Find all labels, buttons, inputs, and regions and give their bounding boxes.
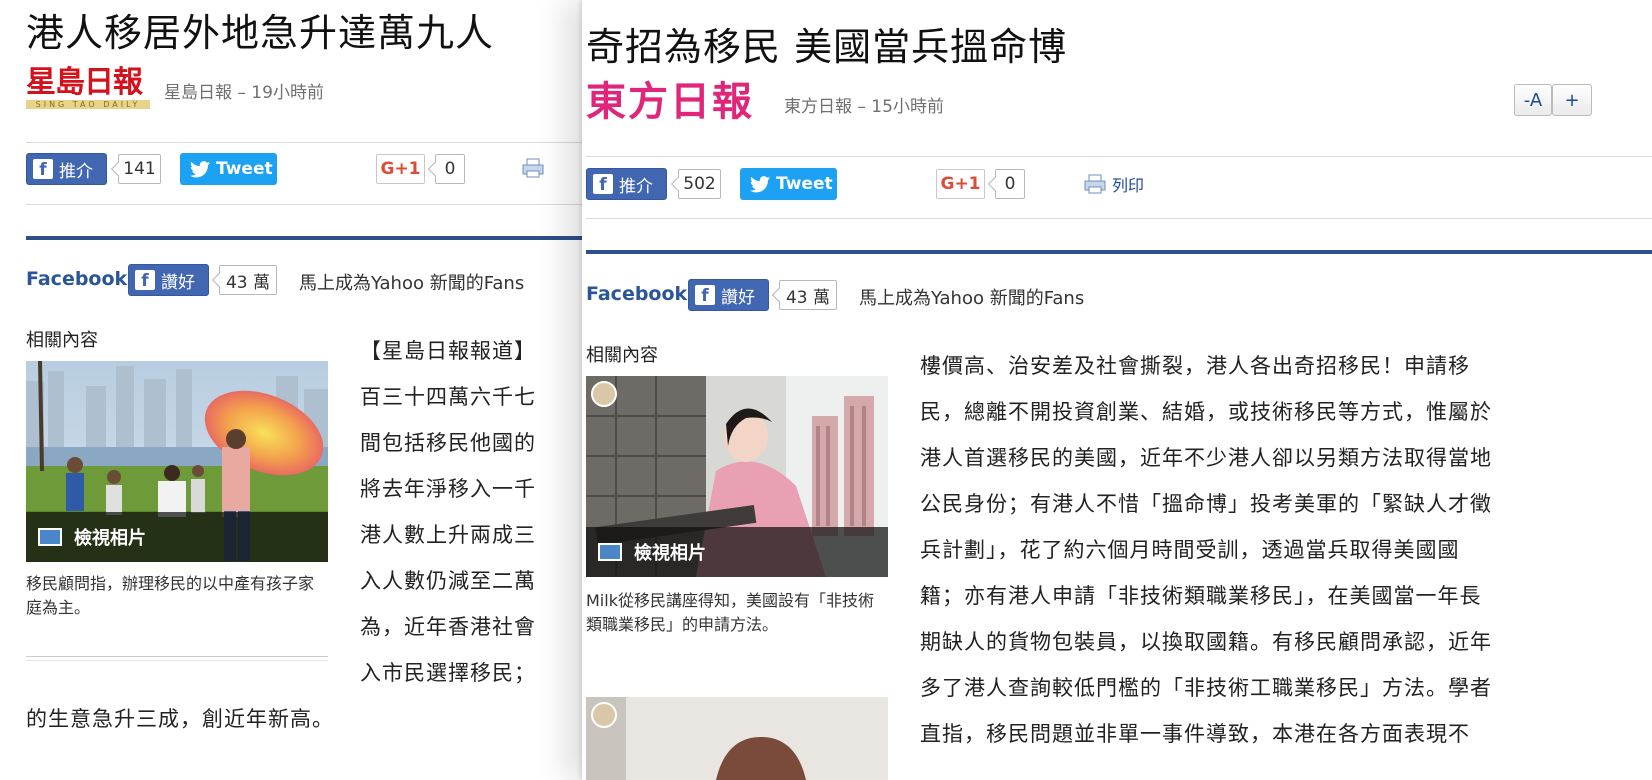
divider [586,218,1652,219]
article-source: 東方日報 – 15小時前 [784,97,944,117]
google-plus-count: 0 [995,169,1025,199]
facebook-count: 502 [678,169,721,199]
facebook-fans-count: 43 萬 [779,280,837,310]
article-paragraph-line: 入人數仍減至二萬 [360,569,536,593]
article-paragraph-line: 籍；亦有港人申請「非技術類職業移民」，在美國當一年長 [920,584,1482,608]
photo-icon [38,528,62,546]
article-paragraph-line: 兵計劃」，花了約六個月時間受訓，透過當兵取得美國國 [920,538,1460,562]
article-paragraph-line: 的生意急升三成，創近年新高。 [26,707,334,731]
related-photo-2-image [586,697,888,780]
divider [26,204,600,205]
oriental-daily-logo[interactable]: 東方日報 [586,80,754,124]
facebook-like-button[interactable]: f 讚好 [128,264,209,296]
print-icon [1084,174,1106,194]
singtao-logo-text: 星島日報 [26,65,143,100]
divider [26,142,600,143]
article-title: 奇招為移民 美國當兵搵命博 [586,25,1068,69]
facebook-label: Facebook [586,283,688,305]
related-photo[interactable]: 檢視相片 [586,376,888,577]
print-link[interactable]: 列印 [1084,172,1144,196]
article-paragraph-line: 港人數上升兩成三 [360,523,536,547]
blue-rule [586,250,1652,254]
view-photo-label: 檢視相片 [74,528,146,549]
singtao-logo[interactable]: 星島日報 SING TAO DAILY [26,66,150,110]
article-paragraph-line: 民，總離不開投資創業、結婚，或技術移民等方式，惟屬於 [920,400,1492,424]
facebook-recommend-label: 推介 [619,176,653,197]
photo-caption: 移民顧問指，辦理移民的以中產有孩子家庭為主。 [26,574,315,617]
singtao-logo-sub: SING TAO DAILY [26,100,150,109]
article-paragraph-line: 將去年淨移入一千 [360,477,536,501]
facebook-label: Facebook [26,268,128,290]
facebook-icon: f [33,159,53,179]
related-photo[interactable]: 檢視相片 [26,361,328,562]
become-fan-link[interactable]: 馬上成為Yahoo 新聞的Fans [859,284,1084,310]
become-fan-link[interactable]: 馬上成為Yahoo 新聞的Fans [299,269,524,295]
facebook-icon: f [135,270,155,290]
tweet-label: Tweet [776,174,833,194]
photo-caption: Milk從移民講座得知，美國設有「非技術類職業移民」的申請方法。 [586,591,874,634]
divider [26,656,328,657]
facebook-recommend-label: 推介 [59,161,93,182]
left-article-panel: 港人移居外地急升達萬九人 星島日報 SING TAO DAILY 星島日報 – … [0,0,600,780]
view-photo-button[interactable]: 檢視相片 [586,527,888,577]
article-paragraph-line: 百三十四萬六千七 [360,385,536,409]
article-paragraph-line: 多了港人查詢較低門檻的「非技術工職業移民」方法。學者 [920,676,1492,700]
article-paragraph-line: 直指，移民問題並非單一事件導致，本港在各方面表現不 [920,722,1470,746]
divider [586,156,1652,157]
article-paragraph-line: 港人首選移民的美國，近年不少港人卻以另類方法取得當地 [920,446,1492,470]
article-paragraph-line: 間包括移民他國的 [360,431,536,455]
google-plus-button[interactable]: G+1 [936,169,985,199]
related-content-heading: 相關內容 [586,345,658,366]
related-photo-2[interactable] [586,697,888,780]
article-title: 港人移居外地急升達萬九人 [26,11,495,55]
twitter-bird-icon [190,160,210,177]
article-paragraph-line: 【星島日報報道】 [360,339,536,363]
related-content-heading: 相關內容 [26,330,98,351]
tweet-button[interactable]: Tweet [180,153,277,185]
right-article-panel: 奇招為移民 美國當兵搵命博 東方日報 東方日報 – 15小時前 -A + f 推… [582,0,1652,780]
blue-rule [26,236,600,240]
view-photo-label: 檢視相片 [634,543,706,564]
divider [26,660,328,661]
decrease-font-button[interactable]: -A [1514,84,1552,116]
article-paragraph-line: 樓價高、治安差及社會撕裂，港人各出奇招移民！申請移 [920,354,1470,378]
facebook-icon: f [695,285,715,305]
google-plus-button[interactable]: G+1 [376,154,425,184]
facebook-recommend-button[interactable]: f 推介 [586,168,667,200]
article-paragraph-line: 為，近年香港社會 [360,615,536,639]
facebook-recommend-button[interactable]: f 推介 [26,153,107,185]
article-paragraph-line: 公民身份；有港人不惜「搵命博」投考美軍的「緊缺人才徵 [920,492,1492,516]
twitter-bird-icon [750,175,770,192]
facebook-count: 141 [118,154,161,184]
facebook-like-label: 讚好 [161,272,195,293]
view-photo-button[interactable]: 檢視相片 [26,512,328,562]
google-plus-count: 0 [435,154,465,184]
facebook-icon: f [593,174,613,194]
increase-font-button[interactable]: + [1552,84,1592,116]
article-source: 星島日報 – 19小時前 [164,83,324,103]
facebook-like-label: 讚好 [721,287,755,308]
article-paragraph-line: 入市民選擇移民； [360,661,536,685]
photo-icon [598,543,622,561]
tweet-label: Tweet [216,159,273,179]
print-icon[interactable] [522,158,544,182]
article-paragraph-line: 期缺人的貨物包裝員，以換取國籍。有移民顧問承認，近年 [920,630,1492,654]
print-label: 列印 [1112,176,1145,195]
facebook-fans-count: 43 萬 [219,265,277,295]
facebook-like-button[interactable]: f 讚好 [688,279,769,311]
tweet-button[interactable]: Tweet [740,168,837,200]
